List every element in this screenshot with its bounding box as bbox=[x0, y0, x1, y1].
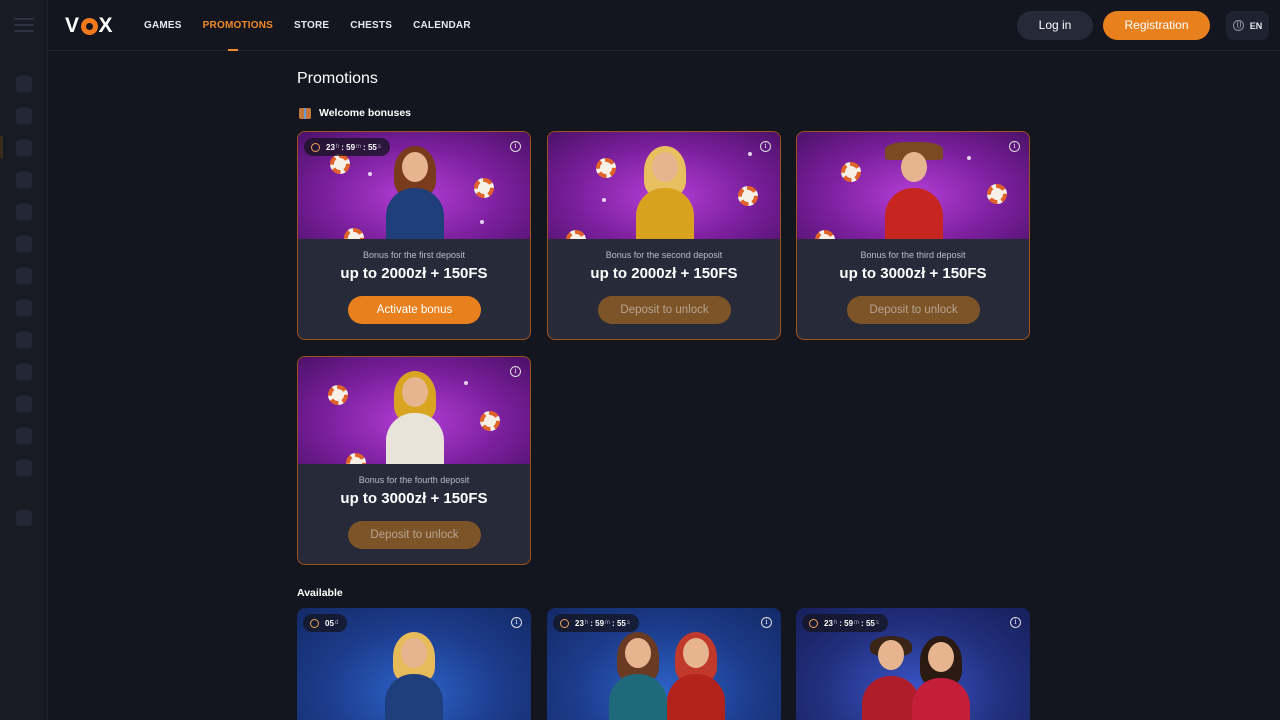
clock-icon bbox=[311, 142, 320, 152]
woman-figure bbox=[908, 632, 974, 720]
info-icon[interactable]: i bbox=[510, 366, 521, 377]
nav-games[interactable]: GAMES bbox=[144, 0, 182, 51]
page-title: Promotions bbox=[297, 70, 378, 87]
poker-chip-icon bbox=[474, 178, 494, 198]
info-icon[interactable]: i bbox=[511, 617, 522, 628]
nav-promotions[interactable]: PROMOTIONS bbox=[203, 0, 273, 51]
poker-chip-icon bbox=[738, 186, 758, 206]
bonus-subtitle: Bonus for the third deposit bbox=[860, 250, 966, 260]
bonus-amount: up to 2000zł + 150FS bbox=[590, 265, 738, 282]
deposit-to-unlock-button[interactable]: Deposit to unlock bbox=[598, 296, 731, 324]
cowboy-man-figure bbox=[881, 142, 947, 239]
info-icon[interactable]: i bbox=[1009, 141, 1020, 152]
info-icon[interactable]: i bbox=[510, 141, 521, 152]
poker-chip-icon bbox=[346, 453, 366, 464]
blonde-woman-figure bbox=[381, 628, 447, 720]
welcome-bonuses-heading: Welcome bonuses bbox=[299, 107, 411, 119]
jester-woman-figure bbox=[382, 142, 448, 239]
clock-icon bbox=[560, 618, 569, 628]
deposit-to-unlock-button[interactable]: Deposit to unlock bbox=[847, 296, 980, 324]
nav-store[interactable]: STORE bbox=[294, 0, 329, 51]
chat-icon[interactable] bbox=[16, 510, 32, 526]
sidebar-icon-5[interactable] bbox=[16, 204, 32, 220]
sidebar-icon-10[interactable] bbox=[16, 364, 32, 380]
bonus-card-fourth-deposit: i Bonus for the fourth deposit up to 300… bbox=[297, 356, 531, 565]
deposit-to-unlock-button[interactable]: Deposit to unlock bbox=[348, 521, 481, 549]
language-label: EN bbox=[1249, 20, 1263, 31]
clock-icon bbox=[310, 618, 319, 628]
sidebar-icon-4[interactable] bbox=[16, 172, 32, 188]
bonus-card-image: i bbox=[548, 132, 780, 239]
poker-chip-icon bbox=[987, 184, 1007, 204]
sidebar-icon-9[interactable] bbox=[16, 332, 32, 348]
sidebar-icon-6[interactable] bbox=[16, 236, 32, 252]
info-icon[interactable]: i bbox=[761, 617, 772, 628]
clock-icon bbox=[809, 618, 818, 628]
sidebar-icon-8[interactable] bbox=[16, 300, 32, 316]
jester-woman-figure bbox=[605, 628, 671, 720]
princess-woman-figure bbox=[632, 142, 698, 239]
bonus-amount: up to 3000zł + 150FS bbox=[839, 265, 987, 282]
countdown-timer: 23 h: 59 m: 55 s bbox=[802, 614, 888, 632]
available-promo-card[interactable]: 23 h: 59 m: 55 s i bbox=[796, 608, 1030, 720]
bonus-card-image: 23 h: 59 m: 55 s i bbox=[298, 132, 530, 239]
bonus-subtitle: Bonus for the fourth deposit bbox=[358, 475, 470, 485]
poker-chip-icon bbox=[841, 162, 861, 182]
sidebar-icon-2[interactable] bbox=[16, 108, 32, 124]
available-promo-card[interactable]: 05 d i bbox=[297, 608, 531, 720]
sidebar-active-indicator bbox=[0, 136, 3, 158]
welcome-bonuses-label: Welcome bonuses bbox=[319, 107, 411, 119]
info-icon[interactable]: i bbox=[760, 141, 771, 152]
logo-o-icon bbox=[80, 17, 98, 35]
bonus-card-third-deposit: i Bonus for the third deposit up to 3000… bbox=[796, 131, 1030, 340]
registration-button[interactable]: Registration bbox=[1103, 11, 1210, 40]
nav-chests[interactable]: CHESTS bbox=[350, 0, 392, 51]
countdown-timer: 23 h: 59 m: 55 s bbox=[304, 138, 390, 156]
poker-chip-icon bbox=[328, 385, 348, 405]
bonus-amount: up to 2000zł + 150FS bbox=[340, 265, 488, 282]
sidebar-icon-12[interactable] bbox=[16, 428, 32, 444]
info-icon[interactable]: i bbox=[1010, 617, 1021, 628]
available-promo-card[interactable]: 23 h: 59 m: 55 s i bbox=[547, 608, 781, 720]
menu-icon[interactable] bbox=[14, 18, 34, 32]
countdown-timer: 23 h: 59 m: 55 s bbox=[553, 614, 639, 632]
poker-chip-icon bbox=[815, 230, 835, 239]
pharaoh-woman-figure bbox=[382, 367, 448, 464]
nav-calendar[interactable]: CALENDAR bbox=[413, 0, 471, 51]
sidebar-icon-7[interactable] bbox=[16, 268, 32, 284]
poker-chip-icon bbox=[596, 158, 616, 178]
sidebar-icon-11[interactable] bbox=[16, 396, 32, 412]
main-nav: GAMES PROMOTIONS STORE CHESTS CALENDAR bbox=[144, 0, 492, 51]
language-selector[interactable]: EN bbox=[1226, 11, 1269, 40]
bonus-subtitle: Bonus for the first deposit bbox=[362, 250, 466, 260]
login-button[interactable]: Log in bbox=[1017, 11, 1093, 40]
sidebar-icon-1[interactable] bbox=[16, 76, 32, 92]
bonus-card-second-deposit: i Bonus for the second deposit up to 200… bbox=[547, 131, 781, 340]
jester-woman-figure bbox=[663, 628, 729, 720]
poker-chip-icon bbox=[566, 230, 586, 239]
poker-chip-icon bbox=[330, 154, 350, 174]
poker-chip-icon bbox=[480, 411, 500, 431]
countdown-timer: 05 d bbox=[303, 614, 348, 632]
bonus-amount: up to 3000zł + 150FS bbox=[340, 490, 488, 507]
available-heading: Available bbox=[297, 587, 343, 599]
bonus-card-image: i bbox=[797, 132, 1029, 239]
poker-chip-icon bbox=[344, 228, 364, 239]
globe-icon bbox=[1232, 20, 1244, 31]
bonus-card-image: i bbox=[298, 357, 530, 464]
sidebar-icon-3[interactable] bbox=[16, 140, 32, 156]
bonus-card-first-deposit: 23 h: 59 m: 55 s i Bonus for the first depo… bbox=[297, 131, 531, 340]
bonus-subtitle: Bonus for the second deposit bbox=[605, 250, 723, 260]
sidebar bbox=[0, 0, 48, 720]
logo[interactable]: VX bbox=[65, 14, 113, 38]
top-header: VX GAMES PROMOTIONS STORE CHESTS CALENDA… bbox=[48, 0, 1280, 51]
sidebar-icon-13[interactable] bbox=[16, 460, 32, 476]
gift-icon bbox=[299, 107, 311, 119]
activate-bonus-button[interactable]: Activate bonus bbox=[348, 296, 481, 324]
